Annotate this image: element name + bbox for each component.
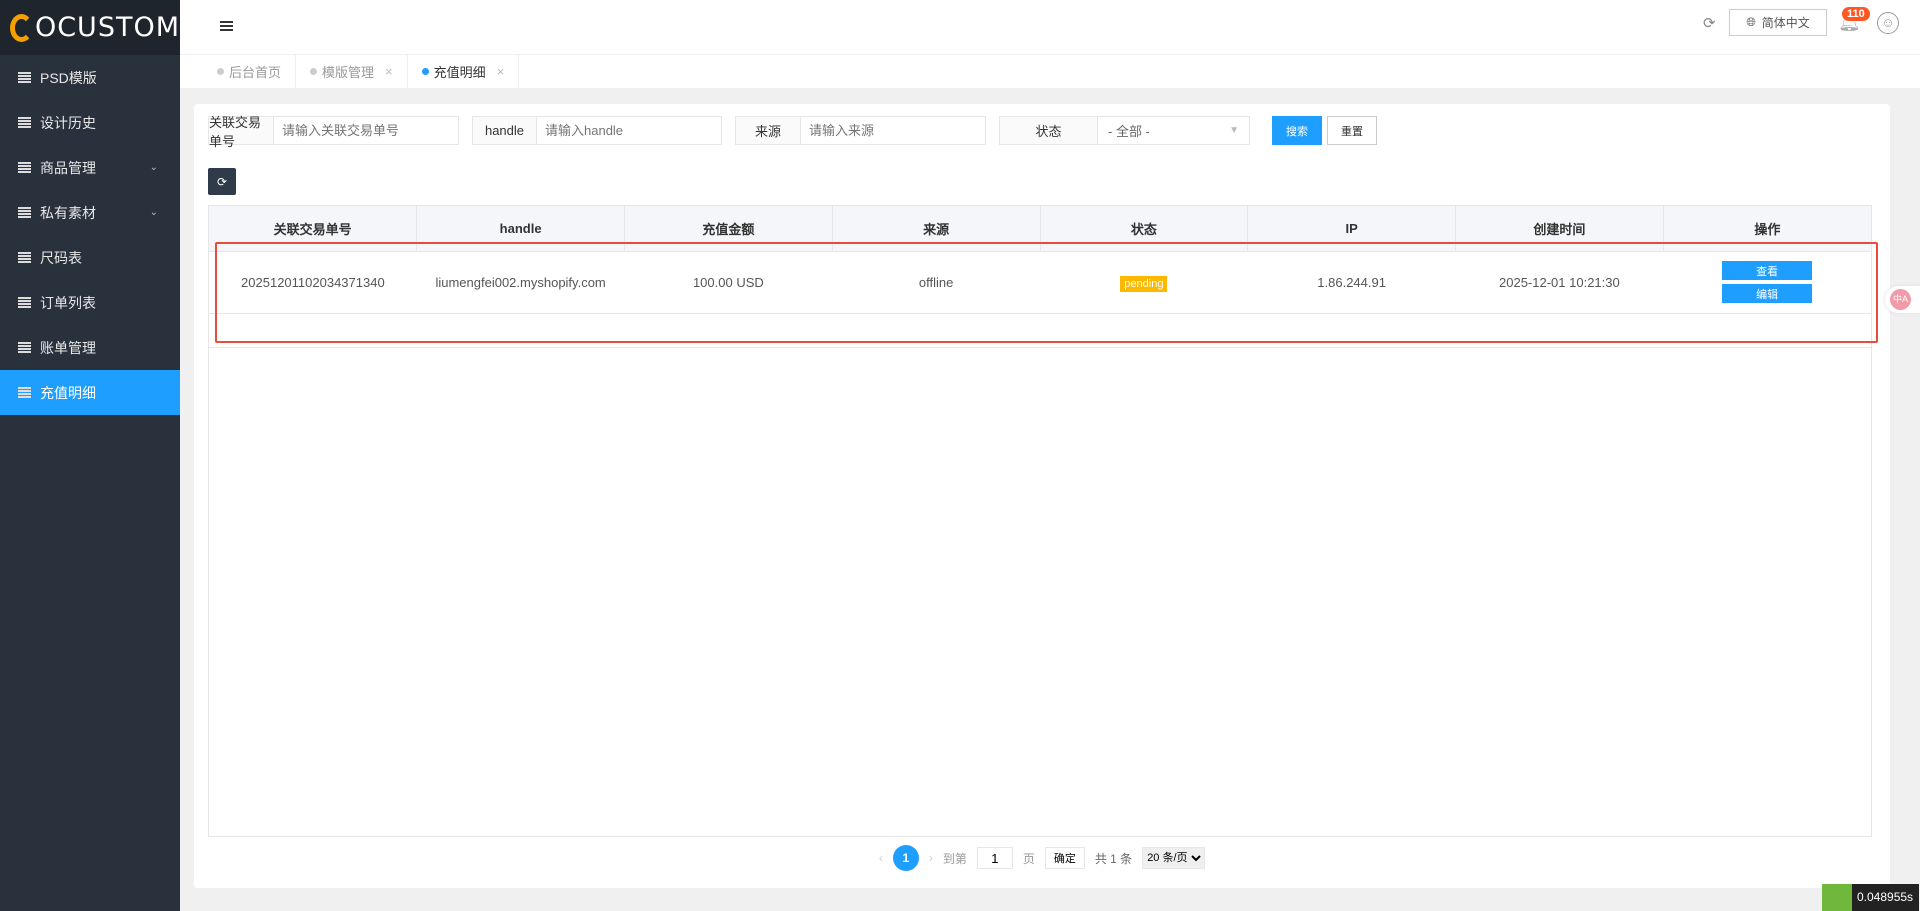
content-card: 关联交易单号 handle 来源 状态- 全部 -▼ 搜索 重置 ⟳ 关联交易单…	[194, 104, 1890, 888]
col-order-no: 关联交易单号	[209, 206, 418, 252]
dot-icon	[421, 68, 429, 75]
page-1[interactable]: 1	[892, 845, 919, 871]
tab-template[interactable]: 模版管理 ×	[296, 55, 408, 88]
filter-order-no: 关联交易单号	[208, 115, 459, 149]
filter-handle: handle	[472, 116, 722, 145]
chevron-down-icon: ⌄	[149, 162, 158, 173]
close-icon[interactable]: ×	[497, 64, 505, 79]
list-icon	[18, 252, 31, 263]
refresh-icon: ⟳	[216, 174, 228, 189]
reset-button[interactable]: 重置	[1327, 116, 1377, 145]
bill-icon	[18, 342, 31, 353]
per-page-select[interactable]: 20 条/页	[1142, 847, 1206, 869]
chevron-down-icon: ⌄	[149, 207, 158, 218]
logo-mark-icon	[10, 13, 33, 42]
translate-icon: 中A	[1890, 289, 1911, 310]
leaf-logo-icon	[1822, 884, 1852, 911]
user-avatar-icon[interactable]: ☺	[1877, 12, 1899, 34]
list-icon	[18, 297, 31, 308]
tab-recharge[interactable]: 充值明细 ×	[408, 55, 520, 88]
sidebar-item-orders[interactable]: 订单列表	[0, 280, 180, 325]
filter-status: 状态 - 全部 - ▼	[999, 116, 1250, 145]
prev-page-icon[interactable]: ‹	[879, 851, 883, 865]
language-button[interactable]: 🌐︎ 简体中文	[1729, 9, 1827, 36]
order-no-input[interactable]	[274, 117, 458, 144]
col-amount: 充值金额	[624, 206, 833, 252]
handle-input[interactable]	[537, 117, 721, 144]
status-select[interactable]: - 全部 - ▼	[1098, 117, 1249, 144]
col-status: 状态	[1040, 206, 1249, 252]
globe-icon: 🌐︎	[1746, 15, 1756, 29]
col-source: 来源	[832, 206, 1041, 252]
debug-timing: 0.048955s	[1822, 884, 1920, 911]
col-created: 创建时间	[1455, 206, 1664, 252]
page-tabs: 后台首页 模版管理 × 充值明细 ×	[180, 55, 1920, 88]
list-icon	[18, 387, 31, 398]
goto-page-input[interactable]	[976, 847, 1013, 869]
tab-home[interactable]: 后台首页	[203, 55, 297, 88]
list-icon	[18, 207, 31, 218]
edit-button[interactable]: 编辑	[1722, 284, 1813, 303]
dot-icon	[310, 68, 318, 75]
empty-row	[209, 313, 1871, 348]
pagination: ‹ 1 › 到第 页 确定 共 1 条 20 条/页	[194, 845, 1890, 871]
sidebar: OCUSTOM PSD模版 设计历史 商品管理 ⌄ 私有素材 ⌄ 尺码表 订单列表 …	[0, 0, 180, 911]
sidebar-item-design-history[interactable]: 设计历史	[0, 100, 180, 145]
logo[interactable]: OCUSTOM	[0, 0, 180, 55]
menu-toggle-icon[interactable]	[220, 21, 233, 32]
col-handle: handle	[416, 206, 625, 252]
sidebar-item-private-assets[interactable]: 私有素材 ⌄	[0, 190, 180, 235]
notification-badge: 110	[1842, 7, 1870, 21]
search-button[interactable]: 搜索	[1272, 116, 1322, 145]
translate-float-button[interactable]: 中A	[1885, 286, 1920, 313]
dot-icon	[217, 68, 224, 75]
col-actions: 操作	[1663, 206, 1871, 252]
sidebar-item-psd[interactable]: PSD模版	[0, 55, 180, 100]
sidebar-item-size-chart[interactable]: 尺码表	[0, 235, 180, 280]
goto-confirm-button[interactable]: 确定	[1044, 847, 1085, 869]
table-row: 20251201102034371340 liumengfei002.mysho…	[209, 251, 1871, 314]
status-badge: pending	[1120, 275, 1168, 292]
list-icon	[18, 72, 31, 83]
source-input[interactable]	[801, 117, 985, 144]
col-ip: IP	[1247, 206, 1456, 252]
view-button[interactable]: 查看	[1722, 261, 1813, 280]
top-header: ⟳ 🌐︎ 简体中文 🔔︎ 110 ☺	[180, 0, 1920, 55]
recharge-table: 关联交易单号 handle 充值金额 来源 状态 IP 创建时间 操作 2025…	[208, 205, 1872, 837]
list-icon	[18, 117, 31, 128]
close-icon[interactable]: ×	[385, 64, 393, 79]
sidebar-item-products[interactable]: 商品管理 ⌄	[0, 145, 180, 190]
next-page-icon[interactable]: ›	[929, 851, 933, 865]
table-refresh-button[interactable]: ⟳	[208, 168, 236, 195]
caret-down-icon: ▼	[1229, 125, 1239, 136]
refresh-icon[interactable]: ⟳	[1703, 14, 1716, 32]
filter-source: 来源	[735, 116, 986, 145]
sidebar-item-bills[interactable]: 账单管理	[0, 325, 180, 370]
sidebar-item-recharge[interactable]: 充值明细	[0, 370, 180, 415]
list-icon	[18, 162, 31, 173]
